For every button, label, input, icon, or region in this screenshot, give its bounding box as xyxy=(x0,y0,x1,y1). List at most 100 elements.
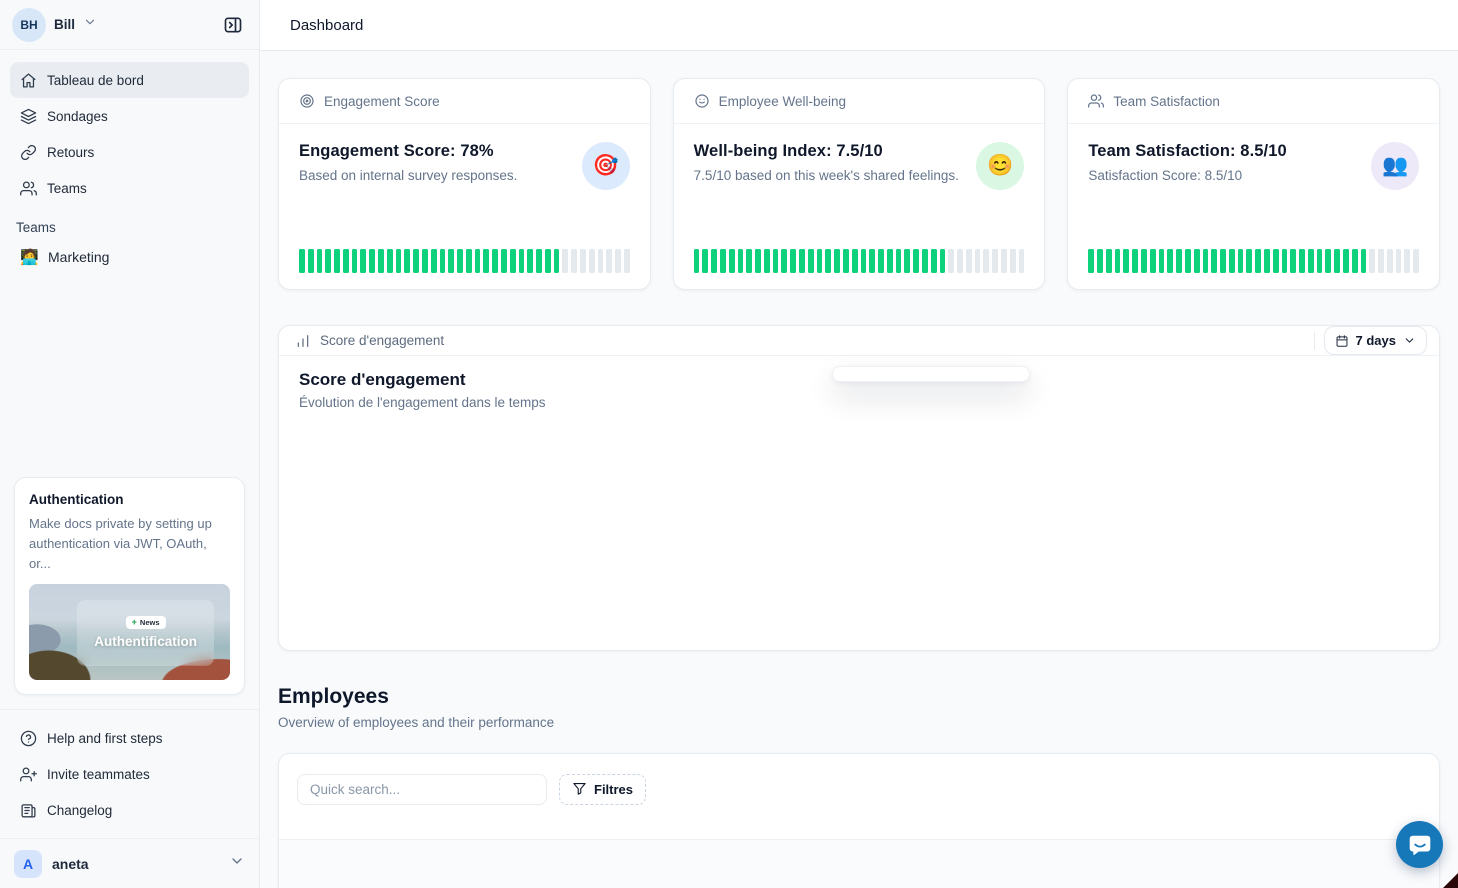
chevron-down-icon xyxy=(229,853,245,869)
sidebar-team-marketing[interactable]: 🧑‍💻Marketing xyxy=(10,239,249,275)
sidebar: BH Bill Tableau de bordSondagesRetoursTe… xyxy=(0,0,260,888)
workspace-name: aneta xyxy=(52,856,89,872)
news-badge-label: News xyxy=(140,618,160,627)
sidebar-item-invite-teammates[interactable]: Invite teammates xyxy=(10,756,249,792)
gauge-bar xyxy=(817,249,823,273)
bar-chart-icon xyxy=(295,333,311,349)
gauge-bar xyxy=(1019,249,1025,273)
gauge-bar xyxy=(1264,249,1270,273)
kpi-card-body: Well-being Index: 7.5/10 7.5/10 based on … xyxy=(674,124,1045,249)
promo-card-authentication[interactable]: Authentication Make docs private by sett… xyxy=(14,477,245,695)
gauge-bar xyxy=(334,249,340,273)
sidebar-item-tableau-de-bord[interactable]: Tableau de bord xyxy=(10,62,249,98)
gauge-bar xyxy=(1334,249,1340,273)
gauge-bar xyxy=(1404,249,1410,273)
gauge-bar xyxy=(1220,249,1226,273)
workspace-avatar: A xyxy=(14,850,42,878)
collapse-sidebar-button[interactable] xyxy=(219,11,247,39)
gauge-bar xyxy=(948,249,954,273)
sidebar-item-changelog[interactable]: Changelog xyxy=(10,792,249,828)
gauge-bar xyxy=(1132,249,1138,273)
kpi-subtitle: Based on internal survey responses. xyxy=(299,168,630,183)
gauge-bar xyxy=(352,249,358,273)
gauge-bar xyxy=(834,249,840,273)
sidebar-nav: Tableau de bordSondagesRetoursTeams xyxy=(0,50,259,208)
gauge-bar xyxy=(1001,249,1007,273)
kpi-title: Well-being Index: 7.5/10 xyxy=(694,142,1025,161)
gauge-bar xyxy=(589,249,595,273)
layers-icon xyxy=(20,108,37,125)
gauge-bar xyxy=(1106,249,1112,273)
sidebar-item-help-and-first-steps[interactable]: Help and first steps xyxy=(10,720,249,756)
gauge-bar xyxy=(711,249,717,273)
gauge-bar xyxy=(404,249,410,273)
kpi-subtitle: 7.5/10 based on this week's shared feeli… xyxy=(694,168,1025,183)
date-range-button[interactable]: 7 days xyxy=(1324,326,1427,355)
gauge-bar xyxy=(966,249,972,273)
gauge-bar xyxy=(843,249,849,273)
gauge-bar xyxy=(940,249,946,273)
page-title: Dashboard xyxy=(290,17,363,34)
gauge-bar xyxy=(519,249,525,273)
gauge-bar xyxy=(1229,249,1235,273)
kpi-progress-gauge xyxy=(1088,249,1419,273)
help-icon xyxy=(20,730,37,747)
gauge-bar xyxy=(1159,249,1165,273)
sidebar-item-teams[interactable]: Teams xyxy=(10,170,249,206)
gauge-bar xyxy=(527,249,533,273)
gauge-bar xyxy=(1010,249,1016,273)
sidebar-item-retours[interactable]: Retours xyxy=(10,134,249,170)
kpi-row: Engagement ScoreEngagement Score: 78%Bas… xyxy=(278,78,1440,290)
sidebar-item-label: Help and first steps xyxy=(47,731,163,746)
gauge-bar xyxy=(992,249,998,273)
kpi-card-header: Team Satisfaction xyxy=(1068,79,1439,124)
home-icon xyxy=(20,72,37,89)
gauge-bar xyxy=(1167,249,1173,273)
users-icon xyxy=(1088,93,1104,109)
gauge-bar xyxy=(536,249,542,273)
promo-image: +News Authentification xyxy=(29,584,230,680)
gauge-bar xyxy=(738,249,744,273)
gauge-bar xyxy=(448,249,454,273)
workspace-switcher[interactable]: A aneta xyxy=(0,838,259,888)
gauge-bar xyxy=(931,249,937,273)
gauge-bar xyxy=(308,249,314,273)
gauge-bar xyxy=(1150,249,1156,273)
gauge-bar xyxy=(1203,249,1209,273)
sidebar-item-sondages[interactable]: Sondages xyxy=(10,98,249,134)
search-input[interactable] xyxy=(297,774,547,805)
gauge-bar xyxy=(615,249,621,273)
gauge-bar xyxy=(781,249,787,273)
gauge-bar xyxy=(422,249,428,273)
gauge-bar xyxy=(913,249,919,273)
kpi-card-team-satisfaction: Team SatisfactionTeam Satisfaction: 8.5/… xyxy=(1067,78,1440,290)
chat-launcher-button[interactable] xyxy=(1396,821,1443,868)
user-avatar[interactable]: BH xyxy=(12,8,46,42)
kpi-header-label: Team Satisfaction xyxy=(1113,94,1220,109)
main-area: Dashboard Engagement ScoreEngagement Sco… xyxy=(260,0,1458,888)
app-window: BH Bill Tableau de bordSondagesRetoursTe… xyxy=(0,0,1458,888)
promo-image-overlay: +News Authentification xyxy=(77,600,214,665)
gauge-bar xyxy=(896,249,902,273)
gauge-bar xyxy=(554,249,560,273)
employees-table-header xyxy=(279,839,1439,888)
user-name[interactable]: Bill xyxy=(54,17,75,32)
gauge-bar xyxy=(1194,249,1200,273)
employees-table-card: Filtres xyxy=(278,753,1440,888)
gauge-bar xyxy=(1299,249,1305,273)
kpi-header-label: Engagement Score xyxy=(324,94,440,109)
team-emoji: 🧑‍💻 xyxy=(20,248,38,266)
chart-subtitle: Évolution de l'engagement dans le temps xyxy=(299,395,1419,410)
chevron-down-icon[interactable] xyxy=(83,15,97,34)
gauge-bar xyxy=(492,249,498,273)
gauge-bar xyxy=(1115,249,1121,273)
gauge-bar xyxy=(387,249,393,273)
gauge-bar xyxy=(466,249,472,273)
gauge-bar xyxy=(746,249,752,273)
gauge-bar xyxy=(1088,249,1094,273)
gauge-bar xyxy=(1141,249,1147,273)
funnel-icon xyxy=(572,781,587,796)
gauge-bar xyxy=(957,249,963,273)
filters-button[interactable]: Filtres xyxy=(559,774,646,805)
gauge-bar xyxy=(317,249,323,273)
